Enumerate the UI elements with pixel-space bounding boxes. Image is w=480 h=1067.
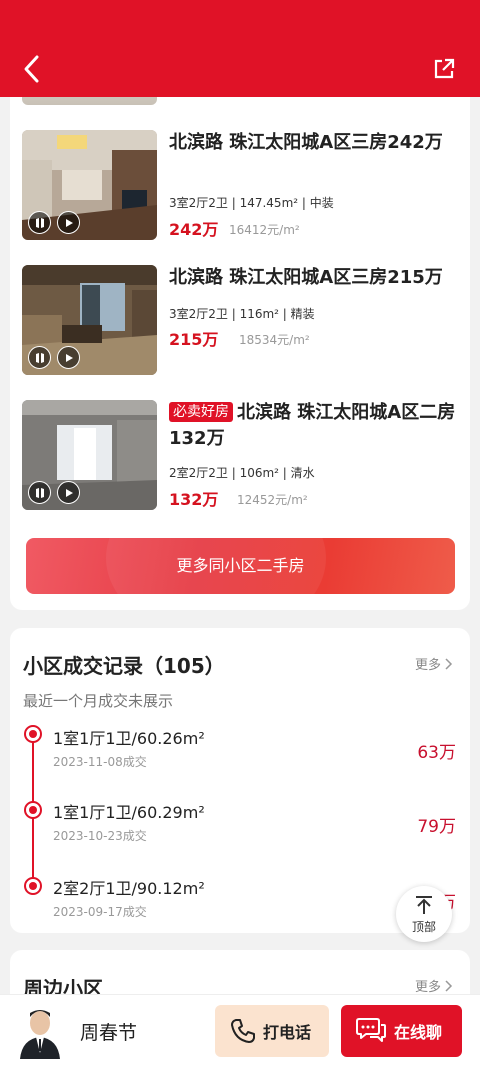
listing-price: 242万 — [169, 220, 219, 239]
more-link[interactable]: 更多 — [415, 654, 453, 673]
listing-spec: 3室2厅2卫 | 116m² | 精装 — [169, 307, 315, 321]
listing-spec: 3室2厅2卫 | 147.45m² | 中装 — [169, 196, 334, 210]
chevron-right-icon — [445, 980, 453, 992]
listing-unit-price: 12452元/m² — [237, 493, 308, 507]
listing-title: 必卖好房 北滨路 珠江太阳城A区二房132万 — [169, 400, 459, 452]
chevron-right-icon — [445, 658, 453, 670]
listing-title: 北滨路 珠江太阳城A区三房242万 — [169, 130, 459, 156]
chat-bubble-icon — [356, 1018, 386, 1042]
section-subtitle: 最近一个月成交未展示 — [23, 692, 174, 710]
arrow-up-icon — [416, 896, 432, 914]
play-icon[interactable] — [57, 481, 80, 504]
back-icon[interactable] — [20, 54, 46, 84]
timeline-dot — [24, 801, 42, 819]
transaction-records-card: 小区成交记录（105） 更多 最近一个月成交未展示 1室1厅1卫/60.26m²… — [10, 628, 470, 933]
hot-sale-tag: 必卖好房 — [169, 402, 233, 422]
timeline-dot — [24, 877, 42, 895]
listing-photo[interactable] — [22, 265, 157, 375]
more-listings-button[interactable]: 更多同小区二手房 — [26, 538, 455, 594]
record-layout: 2室2厅1卫/90.12m² — [53, 879, 205, 898]
record-price: 63万 — [417, 743, 456, 763]
play-icon[interactable] — [57, 346, 80, 369]
listing-price: 132万 — [169, 490, 219, 509]
more-link-label: 更多 — [415, 658, 442, 673]
listing-unit-price: 16412元/m² — [229, 223, 300, 237]
listing-title-text: 北滨路 珠江太阳城A区三房242万 — [169, 132, 443, 153]
record-price: 79万 — [417, 817, 456, 837]
record-date: 2023-11-08成交 — [53, 755, 147, 769]
call-button[interactable]: 打电话 — [215, 1005, 329, 1057]
listing-spec: 2室2厅2卫 | 106m² | 清水 — [169, 466, 315, 480]
avatar[interactable] — [16, 1003, 64, 1059]
listing-price: 215万 — [169, 330, 219, 349]
more-link-label: 更多 — [415, 980, 442, 995]
record-date: 2023-10-23成交 — [53, 829, 147, 843]
record-layout: 1室1厅1卫/60.26m² — [53, 729, 205, 748]
listing-photo[interactable] — [22, 130, 157, 240]
agent-name[interactable]: 周春节 — [80, 1018, 137, 1045]
vr-icon[interactable] — [28, 211, 51, 234]
more-listings-label: 更多同小区二手房 — [176, 556, 305, 575]
call-button-label: 打电话 — [263, 1023, 312, 1042]
online-chat-label: 在线聊 — [394, 1023, 443, 1042]
online-chat-button[interactable]: 在线聊 — [341, 1005, 462, 1057]
section-title: 小区成交记录（105） — [23, 654, 225, 678]
share-icon[interactable] — [432, 57, 456, 81]
listing-photo[interactable] — [22, 400, 157, 510]
back-to-top-button[interactable]: 顶部 — [396, 886, 452, 942]
listing-item[interactable]: 必卖好房 北滨路 珠江太阳城A区二房132万 2室2厅2卫 | 106m² | 清… — [22, 400, 462, 512]
same-community-listings-card: 北滨路 珠江太阳城A区三房242万 3室2厅2卫 | 147.45m² | 中装… — [10, 80, 470, 610]
top-bar — [0, 0, 480, 97]
listing-item[interactable]: 北滨路 珠江太阳城A区三房215万 3室2厅2卫 | 116m² | 精装 21… — [22, 265, 462, 377]
phone-icon — [231, 1019, 255, 1043]
listing-unit-price: 18534元/m² — [239, 333, 310, 347]
listing-title: 北滨路 珠江太阳城A区三房215万 — [169, 265, 459, 291]
agent-photo — [16, 1003, 64, 1059]
record-layout: 1室1厅1卫/60.29m² — [53, 803, 205, 822]
listing-title-text: 北滨路 珠江太阳城A区三房215万 — [169, 267, 443, 288]
play-icon[interactable] — [57, 211, 80, 234]
more-link[interactable]: 更多 — [415, 976, 453, 995]
vr-icon[interactable] — [28, 481, 51, 504]
timeline-dot — [24, 725, 42, 743]
bottom-action-bar: 周春节 打电话 在线聊 — [0, 994, 480, 1067]
record-date: 2023-09-17成交 — [53, 905, 147, 919]
vr-icon[interactable] — [28, 346, 51, 369]
back-to-top-label: 顶部 — [411, 920, 436, 934]
listing-item[interactable]: 北滨路 珠江太阳城A区三房242万 3室2厅2卫 | 147.45m² | 中装… — [22, 130, 462, 242]
